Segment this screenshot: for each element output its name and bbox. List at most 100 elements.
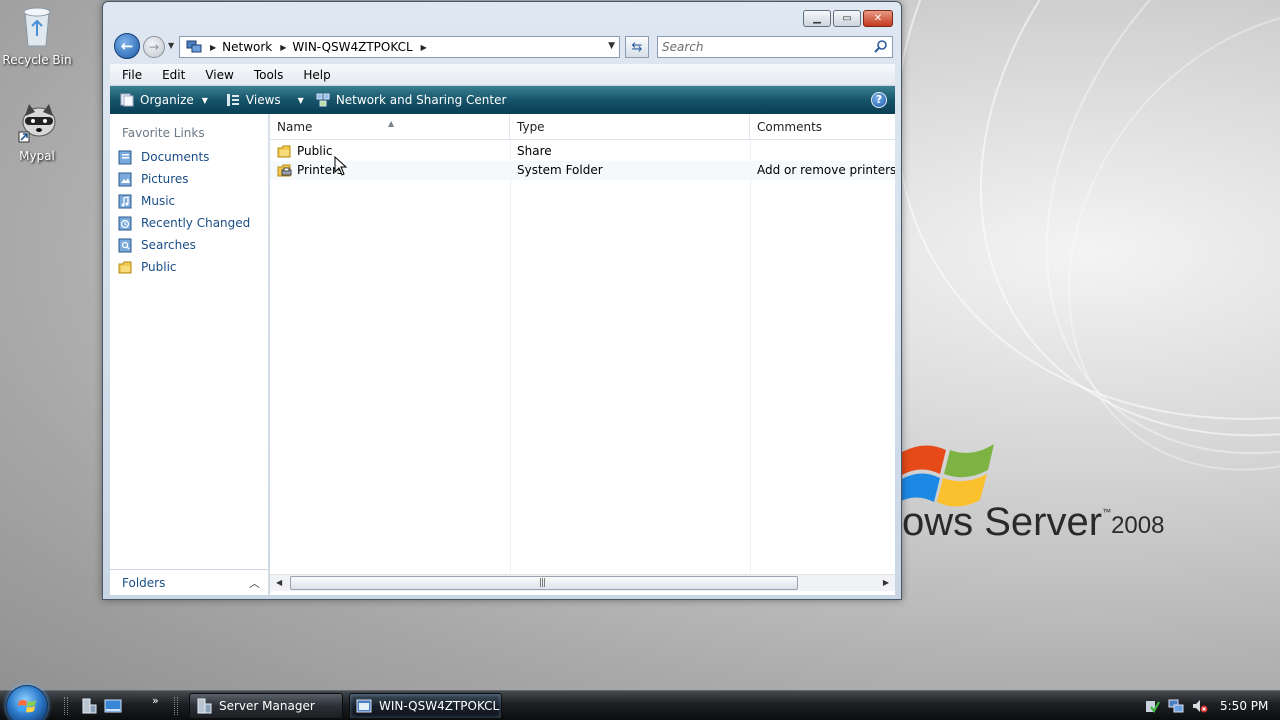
column-header-name[interactable]: Name ▲ (270, 114, 510, 140)
favorite-link-searches[interactable]: Searches (110, 234, 268, 256)
favorite-link-label: Music (141, 194, 176, 208)
menu-edit[interactable]: Edit (150, 68, 193, 82)
refresh-button[interactable]: ⇆ (625, 36, 649, 58)
menu-file[interactable]: File (110, 68, 150, 82)
minimize-icon: ▁ (813, 12, 821, 24)
favorite-link-pictures[interactable]: Pictures (110, 168, 268, 190)
chevron-up-icon: ︿ (249, 577, 260, 590)
menu-view[interactable]: View (193, 68, 241, 82)
desktop-icon-label: Recycle Bin (2, 53, 72, 67)
favorite-link-label: Searches (141, 238, 196, 252)
forward-arrow-icon: → (148, 40, 160, 54)
recently-changed-icon (118, 216, 132, 230)
sort-ascending-icon: ▲ (388, 119, 395, 128)
server-manager-quicklaunch-icon[interactable] (80, 697, 98, 715)
folders-label: Folders (122, 575, 166, 590)
favorite-link-recently-changed[interactable]: Recently Changed (110, 212, 268, 234)
command-toolbar: Organize ▼ Views ▼ Network and Sharing C… (110, 86, 895, 114)
list-item-type: Share (517, 144, 552, 158)
list-item-name-cell: Public (277, 142, 507, 161)
list-item-comments: Add or remove printers, vi (757, 163, 895, 177)
address-bar[interactable]: ▶ Network ▶ WIN-QSW4ZTPOKCL ▶ ▼ (179, 36, 620, 58)
favorite-link-label: Recently Changed (141, 216, 251, 230)
taskbar-button-server-manager[interactable]: Server Manager (189, 693, 343, 719)
close-button[interactable]: ✕ (863, 10, 893, 27)
security-check-tray-icon[interactable] (1144, 698, 1160, 714)
explorer-window-icon (356, 699, 372, 713)
breadcrumb-separator-icon[interactable]: ▶ (210, 43, 216, 52)
taskbar-button-label: WIN-QSW4ZTPOKCL (379, 699, 500, 713)
favorite-links-header: Favorite Links (122, 126, 205, 140)
start-button[interactable] (6, 685, 48, 720)
quicklaunch-grip[interactable] (64, 697, 68, 715)
column-header-type[interactable]: Type (510, 114, 750, 140)
music-icon (118, 194, 132, 208)
scroll-right-icon[interactable]: ▶ (883, 578, 889, 587)
wallpaper-brand-text: ows Server™2008 (902, 500, 1165, 544)
network-sharing-icon (316, 93, 330, 107)
organize-button[interactable]: Organize ▼ (120, 93, 208, 107)
breadcrumb-network[interactable]: Network (222, 40, 272, 54)
help-button[interactable]: ? (871, 92, 887, 108)
favorite-link-label: Documents (141, 150, 210, 164)
organize-icon (120, 93, 134, 107)
explorer-window[interactable]: ▁ ▭ ✕ ← → ▼ ▶ Network ▶ WIN-QSW4ZTPOKCL … (102, 1, 902, 600)
search-box[interactable] (657, 36, 893, 58)
back-button[interactable]: ← (114, 33, 140, 59)
recent-pages-dropdown[interactable]: ▼ (168, 41, 174, 50)
refresh-icon: ⇆ (631, 39, 643, 55)
taskbar: » Server Manager WIN-QSW4ZTPOKCL 5:50 PM (0, 685, 1280, 720)
public-folder-icon (118, 261, 132, 273)
breadcrumb-computer[interactable]: WIN-QSW4ZTPOKCL (292, 40, 412, 54)
list-item-type: System Folder (517, 163, 603, 177)
column-header-comments[interactable]: Comments (750, 114, 895, 140)
search-icon[interactable] (873, 39, 889, 55)
views-button[interactable]: Views ▼ (226, 93, 304, 107)
show-desktop-icon[interactable] (104, 697, 122, 715)
address-dropdown-icon[interactable]: ▼ (608, 41, 615, 51)
desktop-icon-mypal[interactable]: Mypal (0, 100, 74, 163)
forward-button[interactable]: → (143, 36, 165, 58)
desktop-icon-recycle-bin[interactable]: Recycle Bin (0, 4, 74, 67)
list-item[interactable]: Public Share (270, 142, 895, 161)
menu-bar: File Edit View Tools Help (110, 64, 895, 86)
network-tray-icon[interactable] (1168, 698, 1184, 714)
file-list: Name ▲ Type Comments Public Share Printe… (270, 114, 895, 595)
list-item[interactable]: Printers System Folder Add or remove pri… (270, 161, 895, 180)
views-icon (226, 94, 239, 106)
column-divider (750, 140, 751, 574)
network-sharing-center-button[interactable]: Network and Sharing Center (316, 93, 506, 107)
horizontal-scrollbar[interactable]: ◀ ||| ▶ (270, 574, 895, 591)
favorite-link-public[interactable]: Public (110, 256, 268, 278)
quicklaunch-more-icon[interactable]: » (152, 694, 159, 707)
taskbar-button-explorer[interactable]: WIN-QSW4ZTPOKCL (349, 693, 502, 719)
server-manager-icon (197, 698, 212, 714)
windows-logo (900, 444, 994, 507)
mouse-cursor-icon (334, 156, 348, 176)
minimize-button[interactable]: ▁ (803, 10, 831, 27)
mypal-raccoon-icon (18, 104, 56, 143)
navigation-bar: ← → ▼ ▶ Network ▶ WIN-QSW4ZTPOKCL ▶ ▼ ⇆ (111, 33, 893, 59)
chevron-down-icon: ▼ (201, 95, 208, 105)
favorite-link-documents[interactable]: Documents (110, 146, 268, 168)
folders-toggle[interactable]: Folders ︿ (110, 569, 268, 595)
list-item-name-cell: Printers (277, 161, 507, 180)
column-header-label: Type (517, 120, 545, 134)
pictures-icon (118, 172, 132, 186)
taskbar-clock[interactable]: 5:50 PM (1220, 691, 1268, 720)
maximize-button[interactable]: ▭ (833, 10, 861, 27)
favorite-link-music[interactable]: Music (110, 190, 268, 212)
menu-help[interactable]: Help (291, 68, 338, 82)
taskbar-grip[interactable] (174, 697, 178, 715)
search-input[interactable] (662, 40, 862, 54)
window-controls: ▁ ▭ ✕ (803, 10, 893, 27)
navigation-pane: Favorite Links Documents Pictures Music … (110, 114, 269, 595)
scrollbar-thumb[interactable]: ||| (290, 576, 798, 590)
favorite-link-label: Pictures (141, 172, 189, 186)
scroll-left-icon[interactable]: ◀ (276, 578, 282, 587)
menu-tools[interactable]: Tools (242, 68, 292, 82)
volume-muted-tray-icon[interactable] (1192, 698, 1208, 714)
breadcrumb-separator-icon[interactable]: ▶ (280, 43, 286, 52)
help-icon: ? (875, 93, 883, 106)
breadcrumb-separator-icon[interactable]: ▶ (421, 43, 427, 52)
